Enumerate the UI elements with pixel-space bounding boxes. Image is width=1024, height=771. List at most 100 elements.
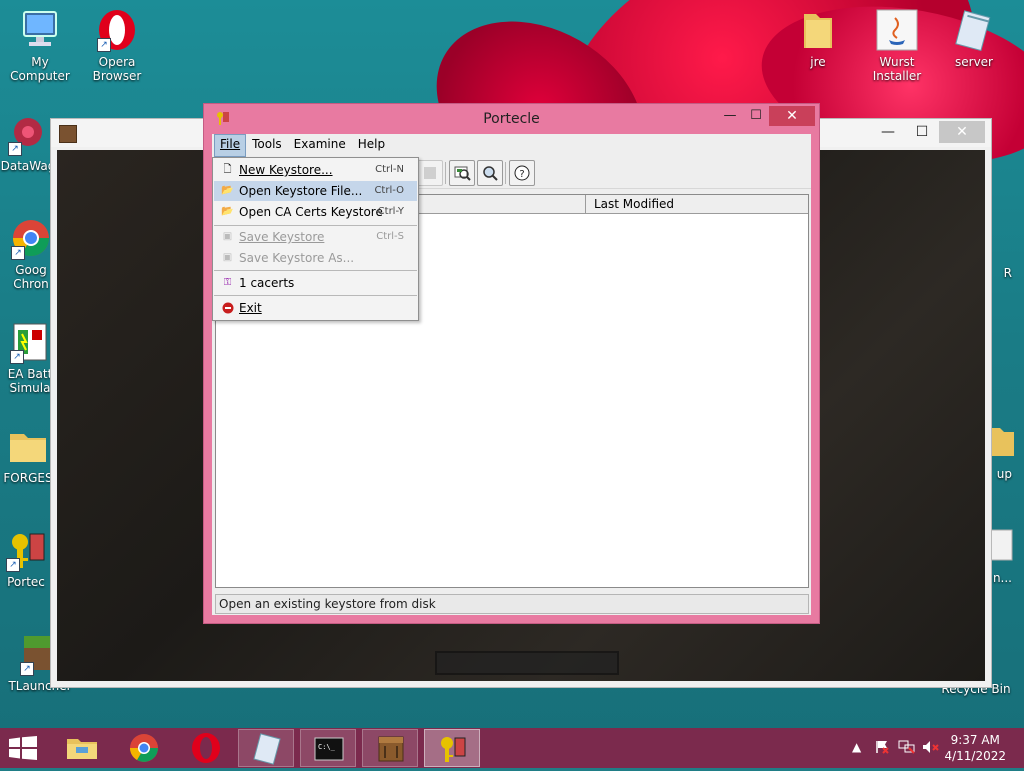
status-bar: Open an existing keystore from disk <box>215 594 809 614</box>
start-button[interactable] <box>8 736 38 760</box>
menu-separator <box>214 225 417 226</box>
computer-icon <box>18 8 62 52</box>
crafting-table-icon <box>59 125 77 143</box>
menu-examine[interactable]: Examine <box>288 134 352 156</box>
menu-tools-label: Tools <box>252 137 282 151</box>
notepad-icon <box>952 8 996 52</box>
shortcut-arrow-icon: ↗ <box>20 662 34 676</box>
tray-action-center[interactable] <box>874 739 890 758</box>
menu-file-label: File <box>220 137 241 151</box>
datawag-icon: ↗ <box>6 112 50 156</box>
folder-icon <box>6 424 50 468</box>
examine-certificate-icon <box>454 166 471 181</box>
menu-item-shortcut: Ctrl-N <box>375 164 404 175</box>
tray-network[interactable] <box>898 739 916 758</box>
column-header-last-modified[interactable]: Last Modified <box>585 195 808 213</box>
close-button[interactable]: ✕ <box>769 106 815 126</box>
shortcut-arrow-icon: ↗ <box>10 350 24 364</box>
disk-icon: ▣ <box>222 252 233 263</box>
speaker-muted-icon <box>923 741 939 753</box>
menu-item-shortcut: Ctrl-O <box>374 185 404 196</box>
toolbar-separator <box>445 162 446 184</box>
shortcut-arrow-icon: ↗ <box>6 558 20 572</box>
menu-item-save-keystore-as[interactable]: ▣ Save Keystore As... <box>214 248 417 268</box>
menu-item-label: Exit <box>239 301 262 315</box>
menu-item-open-ca-certs-keystore[interactable]: 📂 Open CA Certs Keystore Ctrl-Y <box>214 202 417 222</box>
desktop-icon-label: jre <box>810 55 826 69</box>
menu-item-save-keystore[interactable]: ▣ Save Keystore Ctrl-S <box>214 227 417 247</box>
flag-icon <box>876 741 889 754</box>
portecle-key-icon <box>441 737 466 762</box>
desktop-icon-jre[interactable]: jre <box>778 8 858 69</box>
disk-icon: ▣ <box>222 231 233 242</box>
examine-certificate-button[interactable] <box>449 160 475 186</box>
menu-help-label: Help <box>357 137 386 151</box>
menubar: File Tools Examine Help <box>212 134 811 157</box>
shortcut-arrow-icon: ↗ <box>97 38 111 52</box>
portecle-titlebar[interactable]: Portecle — ☐ ✕ <box>204 104 819 134</box>
opera-icon <box>192 733 220 763</box>
shortcut-arrow-icon: ↗ <box>11 246 25 260</box>
menu-item-label: 1 cacerts <box>239 276 295 290</box>
menu-item-exit[interactable]: Exit <box>214 298 417 318</box>
clock-date: 4/11/2022 <box>944 749 1006 763</box>
menu-item-recent-cacerts[interactable]: ⚿ 1 cacerts <box>214 273 417 293</box>
minimize-button[interactable]: — <box>717 106 743 126</box>
taskbar-notepad[interactable] <box>238 729 294 767</box>
menu-file[interactable]: File <box>214 134 247 157</box>
windows-logo-icon <box>9 736 37 760</box>
tray-volume[interactable] <box>922 739 940 758</box>
taskbar-command-prompt[interactable]: C:\_ <box>300 729 356 767</box>
command-prompt-icon: C:\_ <box>314 737 344 761</box>
disk-icon <box>424 167 436 179</box>
desktop-icon-label: My Computer <box>10 55 70 83</box>
menu-item-new-keystore[interactable]: 🗋 New Keystore... Ctrl-N <box>214 160 417 180</box>
menu-item-label: Open CA Certs Keystore <box>239 205 383 219</box>
menu-item-label: New Keystore... <box>239 163 333 177</box>
close-button[interactable]: ✕ <box>939 121 985 143</box>
examine-ssl-button[interactable] <box>477 160 503 186</box>
menu-tools[interactable]: Tools <box>246 134 288 156</box>
help-button[interactable]: ? <box>509 160 535 186</box>
save-keystore-toolbar-button[interactable] <box>417 160 443 186</box>
desktop-icon-my-computer[interactable]: My Computer <box>0 8 80 83</box>
java-icon <box>875 8 919 52</box>
desktop-icon-label: server <box>955 55 993 69</box>
chrome-icon <box>130 734 158 762</box>
menu-separator <box>214 270 417 271</box>
maximize-button[interactable]: ☐ <box>905 121 939 143</box>
network-icon <box>898 740 915 754</box>
taskbar-clock[interactable]: 9:37 AM 4/11/2022 <box>944 732 1006 764</box>
notepad-icon <box>253 733 281 765</box>
file-menu-dropdown: 🗋 New Keystore... Ctrl-N 📂 Open Keystore… <box>212 157 419 321</box>
chevron-up-icon: ▲ <box>852 740 862 754</box>
taskbar-minecraft[interactable] <box>362 729 418 767</box>
maximize-button[interactable]: ☐ <box>743 106 769 126</box>
desktop-icon-wurst-installer[interactable]: Wurst Installer <box>857 8 937 83</box>
menu-item-label: Open Keystore File... <box>239 184 363 198</box>
menu-item-shortcut: Ctrl-Y <box>377 206 404 217</box>
folder-icon <box>796 8 840 52</box>
svg-text:C:\_: C:\_ <box>318 743 336 751</box>
desktop-icon-label: Wurst Installer <box>872 55 922 83</box>
minimize-button[interactable]: — <box>871 121 905 143</box>
open-folder-icon: 📂 <box>221 185 234 196</box>
desktop-icon-server[interactable]: server <box>934 8 1014 69</box>
taskbar-file-explorer[interactable] <box>54 729 110 767</box>
shortcut-arrow-icon: ↗ <box>8 142 22 156</box>
help-icon: ? <box>514 165 530 181</box>
open-folder-icon: 📂 <box>221 206 234 217</box>
clock-time: 9:37 AM <box>950 733 1000 747</box>
desktop-icon-opera[interactable]: ↗ Opera Browser <box>77 8 157 83</box>
taskbar-portecle[interactable] <box>424 729 480 767</box>
taskbar-opera[interactable] <box>178 729 234 767</box>
svg-text:?: ? <box>519 169 524 180</box>
taskbar-chrome[interactable] <box>116 729 172 767</box>
chrome-icon: ↗ <box>9 216 53 260</box>
menu-examine-label: Examine <box>293 137 346 151</box>
menu-item-open-keystore-file[interactable]: 📂 Open Keystore File... Ctrl-O <box>214 181 417 201</box>
menu-item-shortcut: Ctrl-S <box>376 231 404 242</box>
magnifier-icon <box>483 166 498 181</box>
tray-show-hidden-icons[interactable]: ▲ <box>852 740 861 754</box>
menu-help[interactable]: Help <box>352 134 391 156</box>
